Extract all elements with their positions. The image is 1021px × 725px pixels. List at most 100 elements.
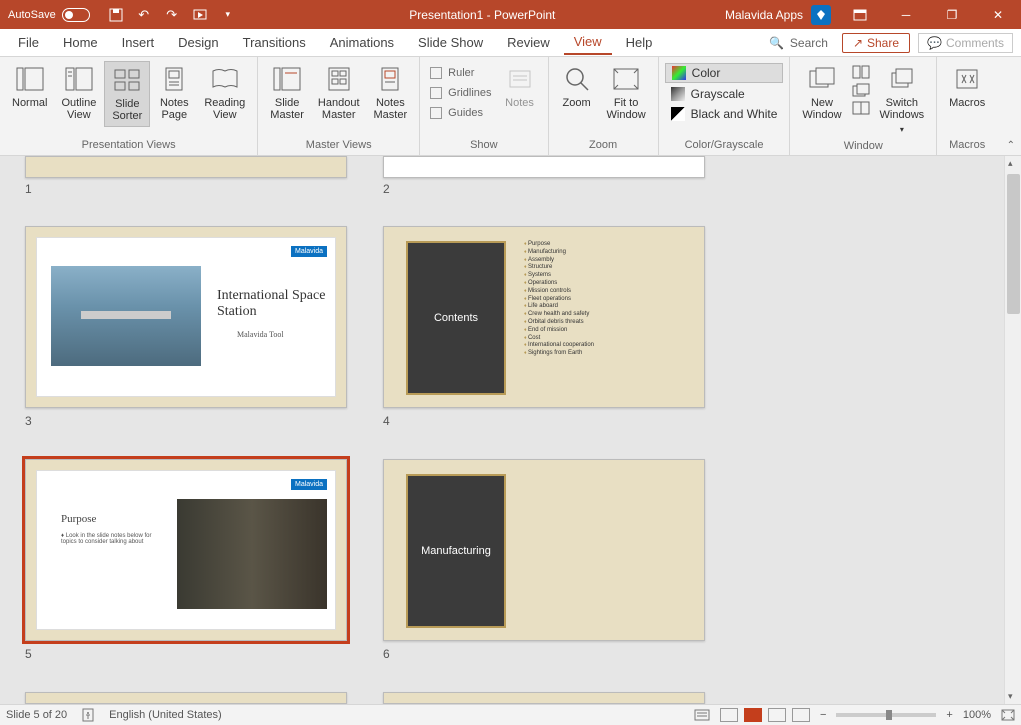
slide-thumb-1[interactable] [25, 156, 347, 178]
zoom-slider[interactable] [836, 713, 936, 717]
normal-view-icon [14, 65, 46, 93]
tab-file[interactable]: File [8, 31, 49, 54]
autosave-toggle[interactable]: AutoSave [0, 8, 98, 22]
collapse-ribbon-icon[interactable]: ⌃ [1007, 140, 1015, 151]
tab-insert[interactable]: Insert [112, 31, 165, 54]
outline-view-button[interactable]: OutlineView [55, 61, 102, 125]
contents-list: PurposeManufacturingAssemblyStructureSys… [524, 241, 594, 358]
quick-access-toolbar: ↶ ↷ ▾ [98, 7, 246, 23]
move-split-icon[interactable] [852, 101, 870, 115]
group-label: Macros [943, 137, 991, 153]
scroll-thumb[interactable] [1007, 174, 1020, 314]
slide-thumb-2[interactable] [383, 156, 705, 178]
share-button[interactable]: ↗ Share [842, 33, 910, 53]
reading-view-button[interactable]: ReadingView [198, 61, 251, 125]
zoom-level[interactable]: 100% [963, 709, 991, 721]
checkbox-icon [430, 87, 442, 99]
slide-count[interactable]: Slide 5 of 20 [6, 709, 67, 721]
vertical-scrollbar[interactable]: ▴ ▾ [1004, 156, 1021, 704]
new-window-button[interactable]: NewWindow [796, 61, 847, 125]
notes-icon [504, 65, 536, 93]
slide-thumb-4[interactable]: Contents PurposeManufacturingAssemblyStr… [383, 226, 705, 408]
tab-review[interactable]: Review [497, 31, 560, 54]
grayscale-swatch-icon [671, 87, 685, 101]
logo-badge: Malavida [291, 246, 327, 257]
slideshow-status-button[interactable] [792, 708, 810, 722]
color-button[interactable]: Color [665, 63, 784, 83]
slide-thumb-7[interactable] [25, 692, 347, 704]
tab-slideshow[interactable]: Slide Show [408, 31, 493, 54]
save-icon[interactable] [108, 7, 124, 23]
notes-status-icon[interactable] [694, 709, 710, 721]
color-swatch-icon [672, 66, 686, 80]
fit-to-window-status-icon[interactable] [1001, 709, 1015, 721]
guides-checkbox[interactable]: Guides [426, 105, 495, 121]
bw-swatch-icon [671, 107, 685, 121]
share-label: Share [867, 36, 899, 50]
scroll-down-icon[interactable]: ▾ [1008, 691, 1013, 702]
fit-to-window-button[interactable]: Fit toWindow [601, 61, 652, 125]
user-avatar-icon[interactable] [811, 5, 831, 25]
window-controls: ─ ❐ ✕ [837, 0, 1021, 29]
search-box[interactable]: 🔍 Search [763, 36, 834, 50]
slide-number: 1 [25, 182, 32, 196]
reading-view-status-button[interactable] [768, 708, 786, 722]
handout-master-button[interactable]: HandoutMaster [312, 61, 366, 125]
cascade-icon[interactable] [852, 83, 870, 97]
comments-button[interactable]: 💬 Comments [918, 33, 1013, 53]
slide-master-button[interactable]: SlideMaster [264, 61, 310, 125]
slide-number: 6 [383, 647, 390, 661]
notes-page-button[interactable]: NotesPage [152, 61, 196, 125]
zoom-button[interactable]: Zoom [555, 61, 599, 113]
notes-button[interactable]: Notes [498, 61, 542, 113]
zoom-in-button[interactable]: + [946, 709, 952, 721]
normal-view-button[interactable]: Normal [6, 61, 53, 113]
arrange-all-icon[interactable] [852, 65, 870, 79]
grayscale-button[interactable]: Grayscale [665, 85, 784, 103]
slide-thumb-5[interactable]: Malavida Purpose ♦ Look in the slide not… [25, 459, 347, 641]
scroll-up-icon[interactable]: ▴ [1008, 158, 1013, 169]
undo-icon[interactable]: ↶ [136, 7, 152, 23]
group-label: Presentation Views [6, 137, 251, 153]
tab-transitions[interactable]: Transitions [233, 31, 316, 54]
tab-design[interactable]: Design [168, 31, 228, 54]
sorter-view-status-button[interactable] [744, 708, 762, 722]
slide-thumb-8[interactable] [383, 692, 705, 704]
group-window: NewWindow SwitchWindows ▾ Window [790, 57, 937, 155]
tab-view[interactable]: View [564, 30, 612, 55]
window-title: Presentation1 - PowerPoint [246, 8, 719, 22]
minimize-button[interactable]: ─ [883, 0, 929, 29]
slide-sorter-view: 1 2 Malavida International Space Station… [0, 156, 1021, 704]
zoom-out-button[interactable]: − [820, 709, 826, 721]
macros-icon [951, 65, 983, 93]
switch-windows-button[interactable]: SwitchWindows ▾ [874, 61, 931, 138]
slide-number: 3 [25, 414, 32, 428]
ruler-checkbox[interactable]: Ruler [426, 65, 495, 81]
slide-thumb-6[interactable]: Manufacturing [383, 459, 705, 641]
restore-button[interactable]: ❐ [929, 0, 975, 29]
tab-home[interactable]: Home [53, 31, 108, 54]
start-from-beginning-icon[interactable] [192, 7, 208, 23]
group-macros: Macros Macros [937, 57, 997, 155]
close-button[interactable]: ✕ [975, 0, 1021, 29]
gridlines-checkbox[interactable]: Gridlines [426, 85, 495, 101]
ribbon-display-button[interactable] [837, 0, 883, 29]
search-icon: 🔍 [769, 36, 784, 50]
macros-button[interactable]: Macros [943, 61, 991, 113]
slide-thumb-3[interactable]: Malavida International Space Station Mal… [25, 226, 347, 408]
normal-view-status-button[interactable] [720, 708, 738, 722]
accessibility-icon[interactable] [81, 708, 95, 722]
qat-dropdown-icon[interactable]: ▾ [220, 7, 236, 23]
share-icon: ↗ [853, 36, 863, 50]
notes-page-icon [158, 65, 190, 93]
notes-master-button[interactable]: NotesMaster [368, 61, 414, 125]
tab-help[interactable]: Help [616, 31, 663, 54]
language-status[interactable]: English (United States) [109, 709, 222, 721]
redo-icon[interactable]: ↷ [164, 7, 180, 23]
slide-master-icon [271, 65, 303, 93]
black-white-button[interactable]: Black and White [665, 105, 784, 123]
tab-animations[interactable]: Animations [320, 31, 404, 54]
group-color-grayscale: Color Grayscale Black and White Color/Gr… [659, 57, 791, 155]
slide-title-panel: Contents [406, 241, 506, 395]
slide-sorter-button[interactable]: SlideSorter [104, 61, 150, 127]
